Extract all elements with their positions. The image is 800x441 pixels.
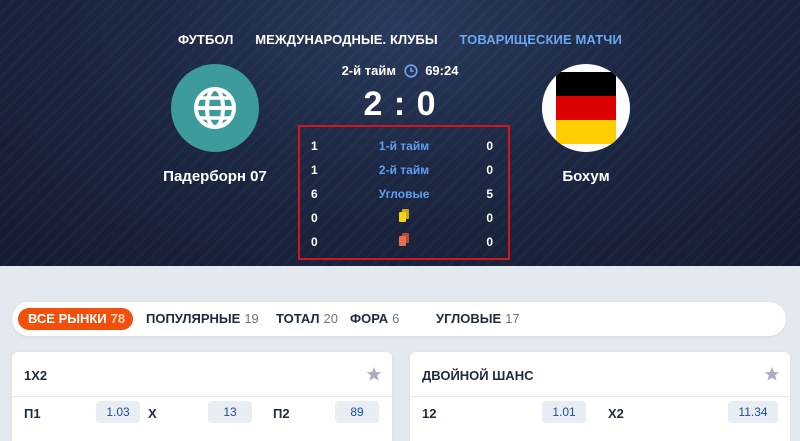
stat-away-value: 0 — [486, 235, 493, 249]
breadcrumb-region[interactable]: МЕЖДУНАРОДНЫЕ. КЛУБЫ — [255, 32, 437, 47]
home-team-name: Падерборн 07 — [163, 168, 267, 185]
tab-label: УГЛОВЫЕ — [436, 311, 502, 326]
stat-row-red-cards: 0 0 — [300, 232, 508, 252]
market-tabs: ВСЕ РЫНКИ 78 ПОПУЛЯРНЫЕ 19 ТОТАЛ 20 ФОРА 6 У… — [12, 302, 786, 336]
stat-row-second-half: 1 2-й тайм 0 — [300, 160, 508, 180]
outcome-label: Х2 — [608, 406, 624, 421]
breadcrumb-sport[interactable]: ФУТБОЛ — [178, 32, 233, 47]
stat-row-first-half: 1 1-й тайм 0 — [300, 136, 508, 156]
star-icon[interactable] — [366, 366, 382, 382]
stat-label[interactable]: Угловые — [300, 187, 508, 201]
betting-content: ВСЕ РЫНКИ 78 ПОПУЛЯРНЫЕ 19 ТОТАЛ 20 ФОРА 6 У… — [0, 266, 800, 441]
tab-count: 19 — [244, 311, 259, 326]
market-title: 1Х2 — [24, 368, 48, 383]
odd-button[interactable]: 11.34 — [728, 401, 778, 423]
away-team[interactable]: Бохум — [526, 64, 646, 185]
stat-away-value: 0 — [486, 211, 493, 225]
tab-count: 20 — [323, 311, 338, 326]
tab-total[interactable]: ТОТАЛ 20 — [276, 302, 338, 336]
market-1x2: 1Х2 П1 1.03 Х 13 П2 89 — [12, 352, 392, 441]
match-header: ФУТБОЛ МЕЖДУНАРОДНЫЕ. КЛУБЫ ТОВАРИЩЕСКИЕ… — [0, 0, 800, 266]
market-divider — [12, 396, 392, 397]
stat-row-yellow-cards: 0 0 — [300, 208, 508, 228]
match-score: 2 : 0 — [363, 85, 437, 123]
match-time: 69:24 — [425, 63, 459, 78]
market-double-chance: ДВОЙНОЙ ШАНС 12 1.01 Х2 11.34 — [410, 352, 790, 441]
outcome-label: П1 — [24, 406, 41, 421]
stat-away-value: 0 — [486, 163, 493, 177]
stat-home-value: 0 — [311, 211, 318, 225]
tab-label: ТОТАЛ — [276, 311, 320, 326]
stat-away-value: 0 — [486, 139, 493, 153]
stat-label[interactable]: 1-й тайм — [300, 139, 508, 153]
match-period: 2-й тайм — [341, 63, 396, 78]
market-divider — [410, 396, 790, 397]
odd-button[interactable]: 1.03 — [96, 401, 140, 423]
outcome-label: Х — [148, 406, 157, 421]
outcome-label: П2 — [273, 406, 290, 421]
tab-label: ФОРА — [350, 311, 389, 326]
stat-label[interactable]: 2-й тайм — [300, 163, 508, 177]
tab-count: 6 — [392, 311, 400, 326]
stat-home-value: 0 — [311, 235, 318, 249]
tab-label: ВСЕ РЫНКИ — [28, 311, 107, 326]
outcome-label: 12 — [422, 406, 437, 421]
odd-button[interactable]: 13 — [208, 401, 252, 423]
stat-row-corners: 6 Угловые 5 — [300, 184, 508, 204]
breadcrumb-league[interactable]: ТОВАРИЩЕСКИЕ МАТЧИ — [459, 32, 622, 47]
tab-handicap[interactable]: ФОРА 6 — [350, 302, 399, 336]
odd-button[interactable]: 89 — [335, 401, 379, 423]
tab-count: 78 — [110, 311, 126, 326]
yellow-card-icon — [399, 209, 409, 222]
breadcrumb: ФУТБОЛ МЕЖДУНАРОДНЫЕ. КЛУБЫ ТОВАРИЩЕСКИЕ… — [0, 32, 800, 47]
match-status: 2-й тайм 69:24 — [0, 63, 800, 81]
tab-popular[interactable]: ПОПУЛЯРНЫЕ 19 — [146, 302, 259, 336]
tab-all-markets[interactable]: ВСЕ РЫНКИ 78 — [18, 308, 134, 330]
odd-button[interactable]: 1.01 — [542, 401, 586, 423]
red-card-icon — [399, 233, 409, 246]
away-team-name: Бохум — [562, 168, 610, 185]
star-icon[interactable] — [764, 366, 780, 382]
tab-label: ПОПУЛЯРНЫЕ — [146, 311, 241, 326]
home-team[interactable]: Падерборн 07 — [155, 64, 275, 185]
tab-count: 17 — [505, 311, 520, 326]
match-stats: 1 1-й тайм 0 1 2-й тайм 0 6 Угловые 5 0 … — [298, 125, 510, 260]
clock-icon — [403, 64, 418, 81]
stat-away-value: 5 — [486, 187, 493, 201]
tab-corners[interactable]: УГЛОВЫЕ 17 — [436, 302, 520, 336]
market-title: ДВОЙНОЙ ШАНС — [422, 368, 534, 383]
